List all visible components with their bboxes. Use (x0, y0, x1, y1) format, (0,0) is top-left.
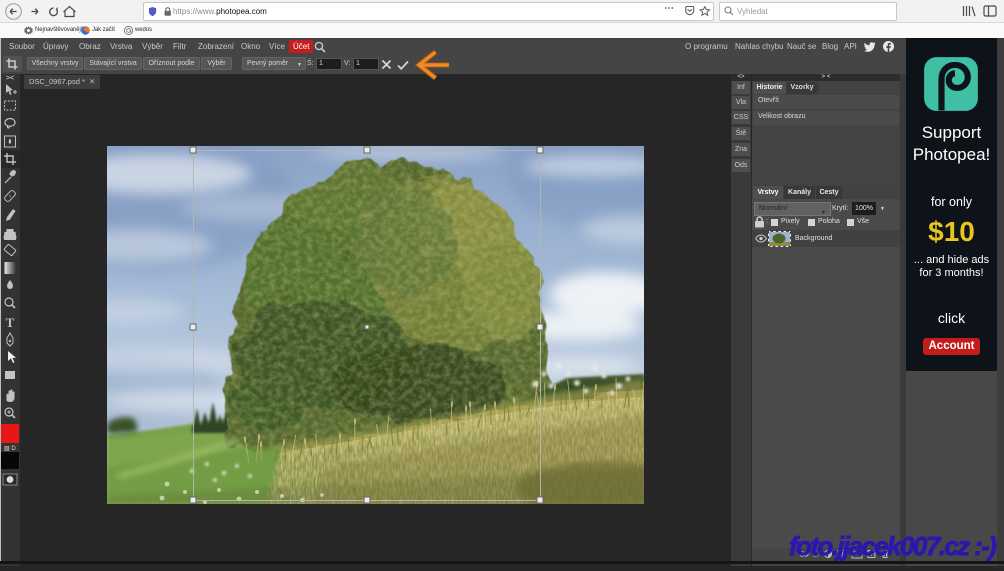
svg-text:T: T (6, 315, 15, 330)
svg-text:▧ D: ▧ D (4, 446, 16, 452)
svg-text:><: >< (6, 75, 14, 82)
